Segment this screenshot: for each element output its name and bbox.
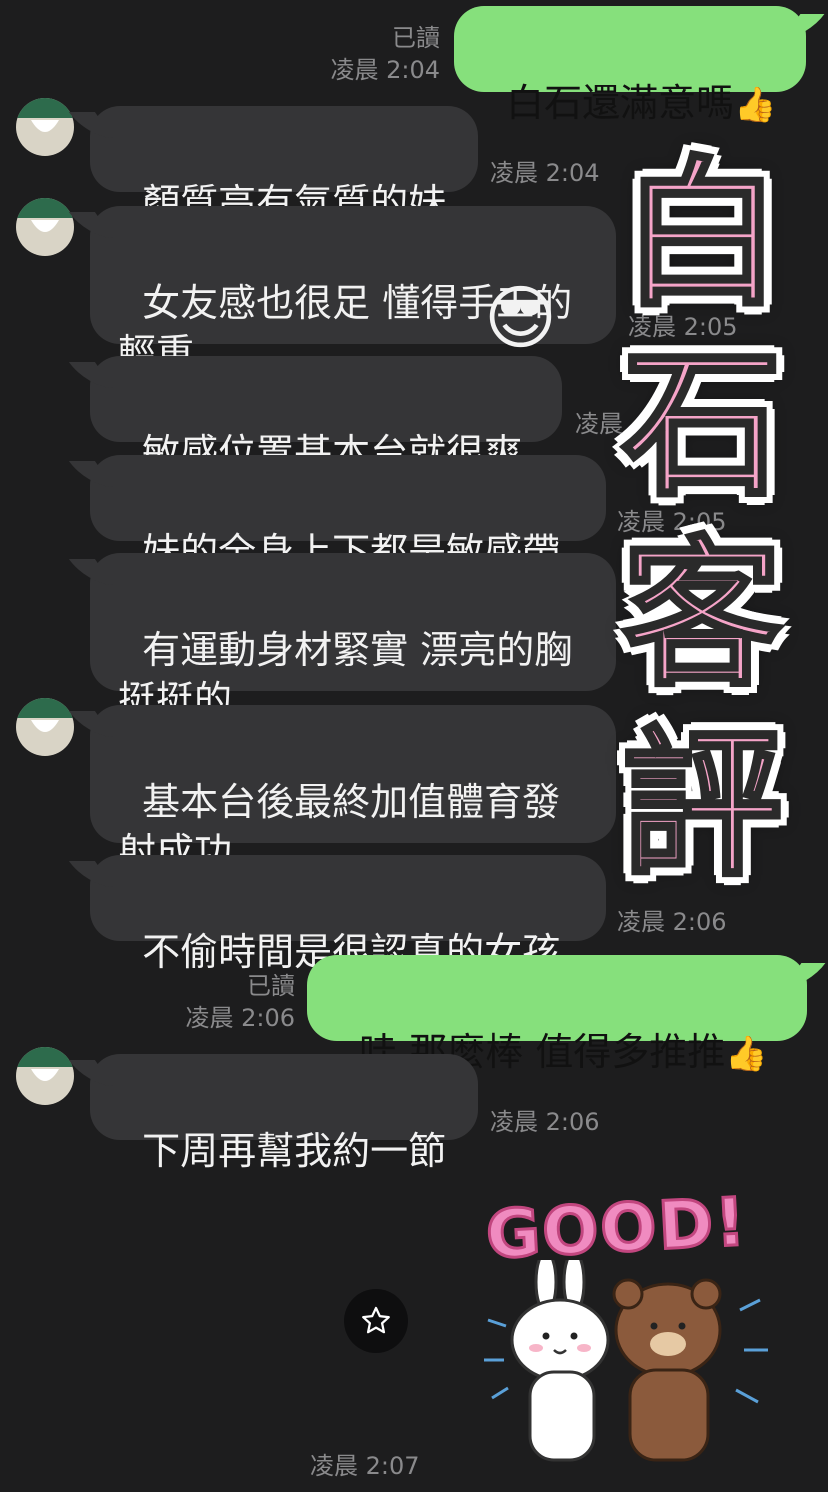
overlay-title: 白 石 客 評 [612, 139, 792, 900]
message-bubble-outgoing[interactable]: 哇 那麼棒 值得多推推👍 [307, 955, 807, 1074]
cool-face-emoji: 😎 [484, 277, 557, 359]
thumbs-up-icon: 👍 [725, 1034, 768, 1074]
thumbs-up-icon: 👍 [734, 85, 777, 125]
avatar[interactable] [16, 698, 74, 756]
message-bubble-incoming[interactable]: 妹的全身上下都是敏感帶 [90, 455, 606, 574]
timestamp: 凌晨 2:04 [330, 56, 440, 84]
avatar[interactable] [16, 198, 74, 256]
read-label: 已讀 [247, 972, 295, 1000]
message-bubble-incoming[interactable]: 基本台後最終加值體育發 射成功 [90, 705, 616, 874]
shop-avatar-icon [16, 698, 74, 732]
timestamp: 凌晨 2:06 [617, 908, 727, 936]
bunny-bear-icon [484, 1260, 768, 1462]
message-bubble-incoming[interactable]: 不偷時間是很認真的女孩 [90, 855, 606, 974]
message-bubble-incoming[interactable]: 下周再幫我約一節 [90, 1054, 478, 1173]
overlay-char: 客 [620, 519, 784, 710]
shop-avatar-icon [16, 98, 74, 132]
read-receipt: 已讀 凌晨 2:06 [185, 970, 295, 1034]
message-text: 下周再幫我約一節 [142, 1129, 447, 1173]
timestamp: 凌晨 2:04 [490, 159, 600, 187]
timestamp: 凌晨 2:06 [490, 1108, 600, 1136]
message-bubble-incoming[interactable]: 敏感位置基本台就很爽 [90, 356, 562, 475]
message-bubble-incoming[interactable]: 有運動身材緊實 漂亮的胸 挺挺的 [90, 553, 616, 722]
overlay-char: 評 [620, 709, 784, 900]
overlay-char: 石 [620, 329, 784, 520]
good-sticker[interactable]: GOOD! [478, 1182, 778, 1470]
message-bubble-incoming[interactable]: 顏質高有氣質的妹 [90, 106, 478, 225]
read-label: 已讀 [392, 24, 440, 52]
favorite-sticker-button[interactable] [344, 1289, 408, 1353]
timestamp: 凌晨 2:06 [185, 1004, 295, 1032]
shop-avatar-icon [16, 198, 74, 232]
timestamp: 凌晨 2:07 [310, 1452, 420, 1480]
message-text: 白石還滿意嗎 [506, 81, 735, 125]
avatar[interactable] [16, 1047, 74, 1105]
avatar[interactable] [16, 98, 74, 156]
overlay-char: 白 [620, 139, 784, 330]
star-icon [362, 1306, 390, 1334]
read-receipt: 已讀 凌晨 2:04 [330, 22, 440, 86]
shop-avatar-icon [16, 1047, 74, 1081]
message-bubble-outgoing[interactable]: 白石還滿意嗎👍 [454, 6, 806, 125]
